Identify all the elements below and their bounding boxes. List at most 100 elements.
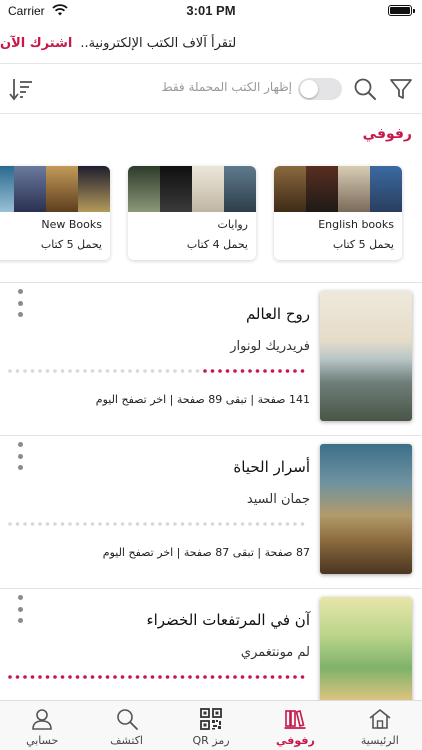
- promo-text: لتقرأ آلاف الكتب الإلكترونية..: [80, 36, 237, 51]
- book-author: لم مونتغمري: [240, 645, 310, 660]
- progress-dot-read: [60, 675, 65, 679]
- progress-dot-read: [8, 675, 12, 679]
- progress-dot-read: [233, 675, 237, 679]
- battery-icon: [388, 5, 415, 16]
- progress-dot-unread: [173, 522, 177, 526]
- subscribe-now-link[interactable]: اشترك الآن: [0, 36, 72, 51]
- progress-dot-unread: [45, 369, 50, 373]
- status-bar: Carrier 3:01 PM: [0, 0, 422, 22]
- progress-dot-unread: [105, 369, 110, 373]
- progress-dot-read: [158, 675, 162, 679]
- shelf-card-english-books[interactable]: English books يحمل 5 كتاب: [274, 166, 402, 260]
- progress-dot-read: [30, 675, 35, 679]
- filter-icon[interactable]: [388, 76, 414, 102]
- progress-dot-unread: [105, 522, 110, 526]
- progress-dot-unread: [218, 522, 222, 526]
- downloaded-only-toggle[interactable]: [298, 78, 342, 100]
- sort-icon[interactable]: [8, 76, 34, 102]
- progress-dot-unread: [255, 522, 260, 526]
- progress-dot-unread: [120, 522, 125, 526]
- shelf-covers: [128, 166, 256, 212]
- progress-dot-read: [128, 675, 132, 679]
- progress-dot-read: [203, 369, 207, 373]
- progress-dot-read: [233, 369, 237, 373]
- progress-dot-read: [143, 675, 147, 679]
- progress-dot-unread: [113, 369, 117, 373]
- progress-dot-unread: [143, 369, 147, 373]
- progress-dot-read: [210, 675, 215, 679]
- progress-dot-unread: [30, 369, 35, 373]
- progress-dot-read: [98, 675, 102, 679]
- progress-dot-unread: [240, 522, 245, 526]
- progress-dot-unread: [38, 369, 42, 373]
- progress-dot-unread: [150, 369, 155, 373]
- progress-dot-read: [285, 369, 290, 373]
- progress-dot-read: [278, 675, 282, 679]
- progress-dot-read: [188, 675, 192, 679]
- more-options-icon[interactable]: [14, 289, 26, 317]
- progress-dot-read: [165, 675, 170, 679]
- progress-dot-read: [23, 675, 27, 679]
- progress-dot-read: [210, 369, 215, 373]
- reading-progress: [8, 522, 310, 526]
- progress-dot-unread: [248, 522, 252, 526]
- shelf-count: يحمل 5 كتاب: [332, 238, 394, 251]
- tab-home[interactable]: الرئيسية: [338, 701, 422, 750]
- progress-dot-unread: [165, 369, 170, 373]
- tab-my-account[interactable]: حسابي: [0, 701, 84, 750]
- progress-dot-read: [135, 675, 140, 679]
- shelves-icon: [284, 710, 306, 729]
- progress-dot-unread: [203, 522, 207, 526]
- progress-dot-unread: [135, 369, 140, 373]
- progress-dot-read: [293, 675, 297, 679]
- progress-dot-read: [248, 369, 252, 373]
- shelf-name: English books: [318, 218, 394, 231]
- progress-dot-read: [300, 675, 305, 679]
- book-item[interactable]: أسرار الحياة جمان السيد 87 صفحة | تبقى 8…: [0, 435, 422, 587]
- progress-dot-unread: [83, 369, 87, 373]
- more-options-icon[interactable]: [14, 595, 26, 623]
- tab-label: الرئيسية: [360, 734, 399, 747]
- progress-dot-unread: [23, 369, 27, 373]
- book-item[interactable]: روح العالم فريدريك لونوار 141 صفحة | تبق…: [0, 282, 422, 434]
- progress-dot-read: [45, 675, 50, 679]
- subscribe-banner[interactable]: لتقرأ آلاف الكتب الإلكترونية.. اشترك الآ…: [0, 24, 422, 64]
- progress-dot-read: [240, 369, 245, 373]
- progress-dot-read: [225, 369, 230, 373]
- progress-dot-unread: [53, 522, 57, 526]
- progress-dot-unread: [293, 522, 297, 526]
- tab-my-shelves[interactable]: رفوفي: [253, 701, 337, 750]
- progress-dot-unread: [53, 369, 57, 373]
- shelf-count: يحمل 4 كتاب: [186, 238, 248, 251]
- progress-dot-read: [270, 369, 275, 373]
- progress-dot-unread: [60, 522, 65, 526]
- progress-dot-unread: [83, 522, 87, 526]
- progress-dot-unread: [165, 522, 170, 526]
- progress-dot-unread: [278, 522, 282, 526]
- progress-dot-unread: [263, 522, 267, 526]
- progress-dot-unread: [98, 369, 102, 373]
- progress-dot-read: [270, 675, 275, 679]
- progress-dot-unread: [173, 369, 177, 373]
- more-options-icon[interactable]: [14, 442, 26, 470]
- book-title: روح العالم: [245, 305, 310, 323]
- progress-dot-read: [218, 675, 222, 679]
- search-icon[interactable]: [352, 76, 378, 102]
- progress-dot-read: [75, 675, 80, 679]
- shelf-card-new-books[interactable]: New Books يحمل 5 كتاب: [0, 166, 110, 260]
- progress-dot-unread: [285, 522, 290, 526]
- progress-dot-unread: [75, 522, 80, 526]
- tab-label: حسابي: [26, 734, 59, 747]
- tab-discover[interactable]: اكتشف: [84, 701, 168, 750]
- progress-dot-read: [195, 675, 200, 679]
- tab-qr-code[interactable]: رمز QR: [169, 701, 253, 750]
- person-icon: [32, 709, 52, 730]
- shelf-card-novels[interactable]: روايات يحمل 4 كتاب: [128, 166, 256, 260]
- progress-dot-unread: [60, 369, 65, 373]
- progress-dot-unread: [195, 522, 200, 526]
- progress-dot-read: [240, 675, 245, 679]
- progress-dot-read: [120, 675, 125, 679]
- progress-dot-read: [173, 675, 177, 679]
- progress-dot-unread: [195, 369, 200, 373]
- book-author: فريدريك لونوار: [230, 339, 310, 354]
